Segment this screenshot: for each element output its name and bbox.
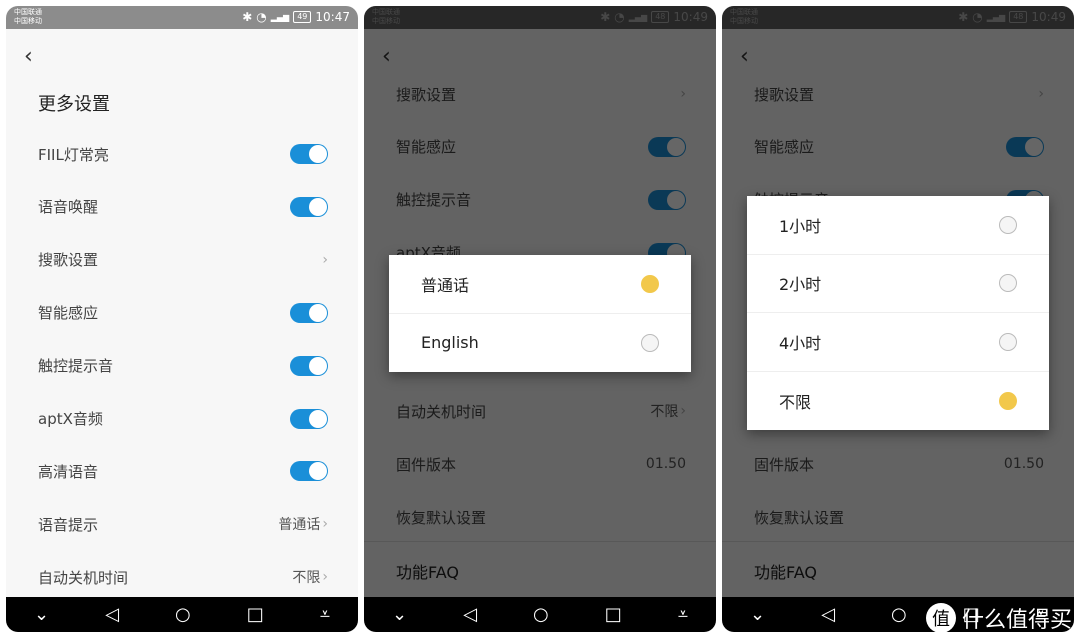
selection-dialog: 普通话 English: [389, 255, 691, 372]
radio-button[interactable]: [999, 391, 1017, 410]
setting-label: 语音提示: [38, 515, 99, 534]
radio-button[interactable]: [641, 274, 659, 293]
setting-row[interactable]: 高清语音: [38, 459, 328, 483]
setting-label: 智能感应: [38, 304, 99, 323]
value-text: 普通话: [278, 517, 321, 534]
phone-screen-1: 中国联通 中国移动 ✱ ◔ ▂▄▆ 49 10:47 ‹ 更多设置 FIIL灯常亮 语音唤醒搜歌设置…: [6, 6, 358, 632]
setting-label: 语音唤醒: [38, 198, 99, 217]
setting-value: 普通话›: [278, 514, 328, 534]
setting-row[interactable]: 语音唤醒: [38, 195, 328, 219]
back-arrow-icon[interactable]: ‹: [24, 44, 33, 69]
option-label: 普通话: [421, 275, 470, 295]
setting-label: aptX音频: [38, 410, 103, 428]
value-text: 不限: [292, 570, 321, 587]
setting-label: 触控提示音: [38, 357, 114, 376]
setting-row[interactable]: 语音提示 普通话›: [38, 512, 328, 536]
chevron-down-icon[interactable]: ⌄: [34, 604, 49, 625]
setting-label: 自动关机时间: [38, 568, 129, 587]
radio-button[interactable]: [999, 215, 1017, 234]
setting-label: 搜歌设置: [38, 251, 99, 270]
chevron-right-icon: ›: [322, 516, 328, 533]
phone-screen-3: 中国联通中国移动✱◔▂▄▆4810:49‹搜歌设置›智能感应触控提示音aptX音…: [722, 6, 1074, 632]
dialog-option[interactable]: 4小时: [747, 313, 1049, 372]
recents-icon[interactable]: □: [605, 604, 622, 625]
dialog-option[interactable]: 普通话: [389, 255, 691, 314]
toggle-switch[interactable]: [290, 302, 328, 323]
back-icon[interactable]: ◁: [463, 604, 477, 625]
chevron-down-icon[interactable]: ⌄: [750, 604, 765, 625]
option-label: English: [421, 333, 479, 353]
dialog-option[interactable]: 1小时: [747, 196, 1049, 255]
recents-icon[interactable]: □: [247, 604, 264, 625]
navigation-bar: ⌄ ◁ ○ □ ⩡: [6, 597, 358, 632]
toggle-switch[interactable]: [290, 408, 328, 429]
chevron-right-icon: ›: [322, 251, 328, 268]
dialog-option[interactable]: 2小时: [747, 255, 1049, 313]
home-icon[interactable]: ○: [533, 604, 549, 625]
setting-row[interactable]: 搜歌设置 ›: [38, 248, 328, 272]
home-icon[interactable]: ○: [891, 604, 907, 625]
radio-button[interactable]: [999, 274, 1017, 293]
watermark-logo: 值: [925, 603, 956, 633]
status-icons: ✱ ◔ ▂▄▆ 49 10:47: [242, 10, 350, 24]
radio-button[interactable]: [641, 333, 659, 352]
navigation-bar: ⌄ ◁ ○ □ ⩡: [364, 597, 716, 632]
page-title: 更多设置: [38, 94, 110, 115]
dialog-option[interactable]: English: [389, 314, 691, 373]
setting-value: ›: [322, 252, 328, 268]
status-dim: [722, 6, 1074, 29]
notification-pull-icon[interactable]: ⩡: [678, 604, 688, 625]
back-icon[interactable]: ◁: [821, 604, 835, 625]
signal-icon: ▂▄▆: [270, 12, 290, 22]
battery-icon: 49: [293, 11, 312, 23]
toggle-switch[interactable]: [290, 196, 328, 217]
dialog-option[interactable]: 不限: [747, 372, 1049, 431]
option-label: 4小时: [779, 333, 822, 353]
setting-row[interactable]: 智能感应: [38, 301, 328, 325]
status-bar: 中国联通 中国移动 ✱ ◔ ▂▄▆ 49 10:47: [6, 6, 358, 29]
notification-pull-icon[interactable]: ⩡: [320, 604, 330, 625]
toggle-switch[interactable]: [290, 144, 328, 164]
selection-dialog: 1小时 2小时 4小时不限: [747, 196, 1049, 430]
setting-row[interactable]: 自动关机时间 不限›: [38, 565, 328, 589]
setting-row[interactable]: aptX音频: [38, 407, 328, 431]
status-dim: [364, 6, 716, 29]
option-label: 2小时: [779, 275, 822, 295]
setting-value: 不限›: [292, 567, 328, 587]
status-time: 10:47: [315, 10, 350, 24]
chevron-right-icon: ›: [322, 569, 328, 586]
home-icon[interactable]: ○: [175, 604, 191, 625]
watermark: 值 什么值得买: [925, 602, 1072, 634]
wifi-icon: ◔: [256, 10, 267, 24]
carrier-labels: 中国联通中国移动: [14, 8, 42, 26]
phone-screen-2: 中国联通中国移动✱◔▂▄▆4810:49‹搜歌设置›智能感应触控提示音aptX音…: [364, 6, 716, 632]
toggle-switch[interactable]: [290, 461, 328, 482]
option-label: 不限: [779, 392, 812, 412]
radio-button[interactable]: [999, 332, 1017, 351]
option-label: 1小时: [779, 216, 822, 236]
setting-label: FIIL灯常亮: [38, 145, 109, 164]
back-icon[interactable]: ◁: [105, 604, 119, 625]
chevron-down-icon[interactable]: ⌄: [392, 604, 407, 625]
setting-row[interactable]: FIIL灯常亮: [38, 142, 328, 166]
watermark-text: 什么值得买: [961, 608, 1072, 633]
bluetooth-icon: ✱: [242, 10, 253, 24]
carrier-2: 中国移动: [14, 17, 42, 25]
toggle-switch[interactable]: [290, 355, 328, 376]
carrier-1: 中国联通: [14, 8, 42, 16]
setting-label: 高清语音: [38, 462, 99, 481]
setting-row[interactable]: 触控提示音: [38, 354, 328, 378]
